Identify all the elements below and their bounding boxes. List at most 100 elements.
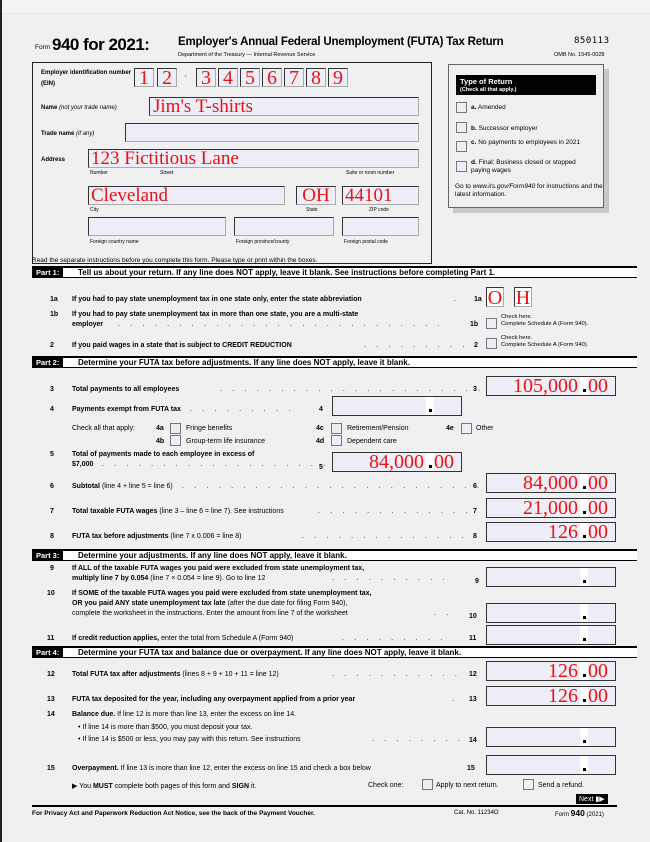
city-field[interactable]: Cleveland [88,186,285,205]
decimal-point [580,603,588,623]
line-15-amount[interactable] [486,755,616,775]
no-payments-checkbox[interactable] [456,141,467,152]
decimal-point [580,473,588,493]
ein-digit-3[interactable]: 3 [196,68,216,88]
other-checkbox[interactable] [461,423,472,434]
line-10-text3: complete the worksheet in the instructio… [72,610,348,617]
part2-header: Part 2: Determine your FUTA tax before a… [32,356,637,368]
apply-next-return-checkbox[interactable] [422,779,433,790]
line-5-cents: 00 [434,451,454,473]
line-13-text: FUTA tax deposited for the year, includi… [72,696,356,703]
line-7-leader: . . . . . . . . . . . . . [318,508,472,515]
state-field[interactable]: OH [296,186,336,205]
state-letter-2[interactable]: H [514,287,532,308]
line-6-amount[interactable]: 84,000 00 [486,472,616,494]
final-letter: d. [471,159,477,166]
type-of-return-header: Type of Return (Check all that apply.) [456,75,596,95]
state-letter-1[interactable]: O [486,287,504,308]
part2-label: Part 2: [32,358,64,368]
line-12-leader: . . . . . . . . . . . [332,671,462,678]
group-term-life-checkbox[interactable] [170,435,181,446]
foreign-province-field[interactable] [234,217,334,236]
multi-state-checkbox[interactable] [486,318,497,329]
line-11-amount[interactable] [486,625,616,645]
no-payments-label: c. No payments to employees in 2021 [471,139,596,147]
line-14-text: Balance due. If line 12 is more than lin… [72,711,296,718]
type-of-return-subtitle: (Check all that apply.) [460,87,517,93]
next-button[interactable]: Next ▮▶ [576,794,608,804]
line-10-box-num: 10 [469,613,477,620]
name-label-text: Name [41,105,58,111]
amended-checkbox[interactable] [456,102,467,113]
line-4-amount[interactable] [332,396,462,416]
ein-label: Employer identification number [41,70,132,76]
line-9-text1: If ALL of the taxable FUTA wages you pai… [72,565,365,572]
successor-employer-checkbox[interactable] [456,122,467,133]
final-text: Final: Business closed or stopped paying… [471,159,576,174]
line-2-box-num: 2 [474,342,478,349]
ein-digit-5[interactable]: 5 [240,68,260,88]
line-10-amount[interactable] [486,603,616,623]
line-14-leader: . . . . . . . . [372,736,465,743]
retirement-pension-checkbox[interactable] [331,423,342,434]
line-14-bullet1-text: If line 14 is more than $500, you must d… [82,724,253,731]
trade-name-field[interactable] [125,123,419,142]
foreign-province-caption: Foreign province/county [236,239,290,245]
send-refund-checkbox[interactable] [523,779,534,790]
ein-digit-4[interactable]: 4 [218,68,238,88]
amended-label: a. Amended [471,104,506,111]
line-13-amount[interactable]: 126 00 [486,685,616,707]
street-field[interactable]: 123 Fictitious Lane [88,149,419,168]
line-3-box-num: 3 [473,386,477,393]
line-13-num: 13 [47,696,55,703]
ein-digit-9[interactable]: 9 [328,68,348,88]
line-10-text2: OR you paid ANY state unemployment tax l… [72,600,347,607]
line-14-bullet1: • If line 14 is more than $500, you must… [78,724,253,731]
decimal-point [580,498,588,518]
ein-digit-1[interactable]: 1 [134,68,154,88]
line-14-amount[interactable] [486,727,616,747]
zip-field[interactable]: 44101 [342,186,419,205]
final-return-checkbox[interactable] [456,161,467,172]
sign-bold: SIGN [231,783,250,790]
final-return-label: d. Final: Business closed or stopped pay… [471,159,579,174]
line-8-amount[interactable]: 126 00 [486,521,616,543]
line-7-amount[interactable]: 21,000 00 [486,497,616,519]
form-subtitle: Department of the Treasury — Internal Re… [178,52,316,58]
line-5-text2: $7,000 [72,461,94,468]
must-post: it. [249,783,257,790]
line-12-detail: (lines 8 + 9 + 10 + 11 = line 12) [180,671,279,678]
fringe-benefits-label: Fringe benefits [186,425,233,432]
type-of-return-box: Type of Return (Check all that apply.) a… [448,64,604,208]
line-9-amount[interactable] [486,567,616,587]
line-13-dollars: 126 [548,685,578,707]
line-10-text1: If SOME of the taxable FUTA wages you pa… [72,590,372,597]
line-15-text: Overpayment. If line 13 is more than lin… [72,765,371,772]
credit-reduction-checkbox[interactable] [486,338,497,349]
ein-digit-7[interactable]: 7 [284,68,304,88]
name-field[interactable]: Jim's T-shirts [149,97,419,116]
foreign-postal-field[interactable] [342,217,419,236]
ein-digit-2[interactable]: 2 [157,68,177,88]
line-6-num: 6 [50,483,54,490]
line-12-amount[interactable]: 126 00 [486,660,616,682]
part1-label: Part 1: [32,268,64,278]
part3-title: Determine your adjustments. If any line … [78,551,347,560]
viewer-top-bar [0,0,650,14]
ein-digit-8[interactable]: 8 [306,68,326,88]
fringe-benefits-checkbox[interactable] [170,423,181,434]
foreign-postal-caption: Foreign postal code [344,239,388,245]
line-1b-text2: employer [72,321,104,328]
instructions-note: Read the separate instructions before yo… [32,257,318,264]
line-9-num: 9 [50,565,54,572]
ein-digit-6[interactable]: 6 [262,68,282,88]
irs-link[interactable]: www.irs.gov/Form940 [473,183,536,190]
dependent-care-checkbox[interactable] [331,435,342,446]
must-bold: MUST [92,783,113,790]
privacy-notice: For Privacy Act and Paperwork Reduction … [32,810,315,817]
line-5-amount[interactable]: 84,000 00 [332,451,462,473]
line-3-amount[interactable]: 105,000 00 [486,375,616,397]
foreign-country-field[interactable] [88,217,226,236]
form-barcode: 850113 [574,36,610,46]
line-1b-box-num: 1b [470,321,479,328]
